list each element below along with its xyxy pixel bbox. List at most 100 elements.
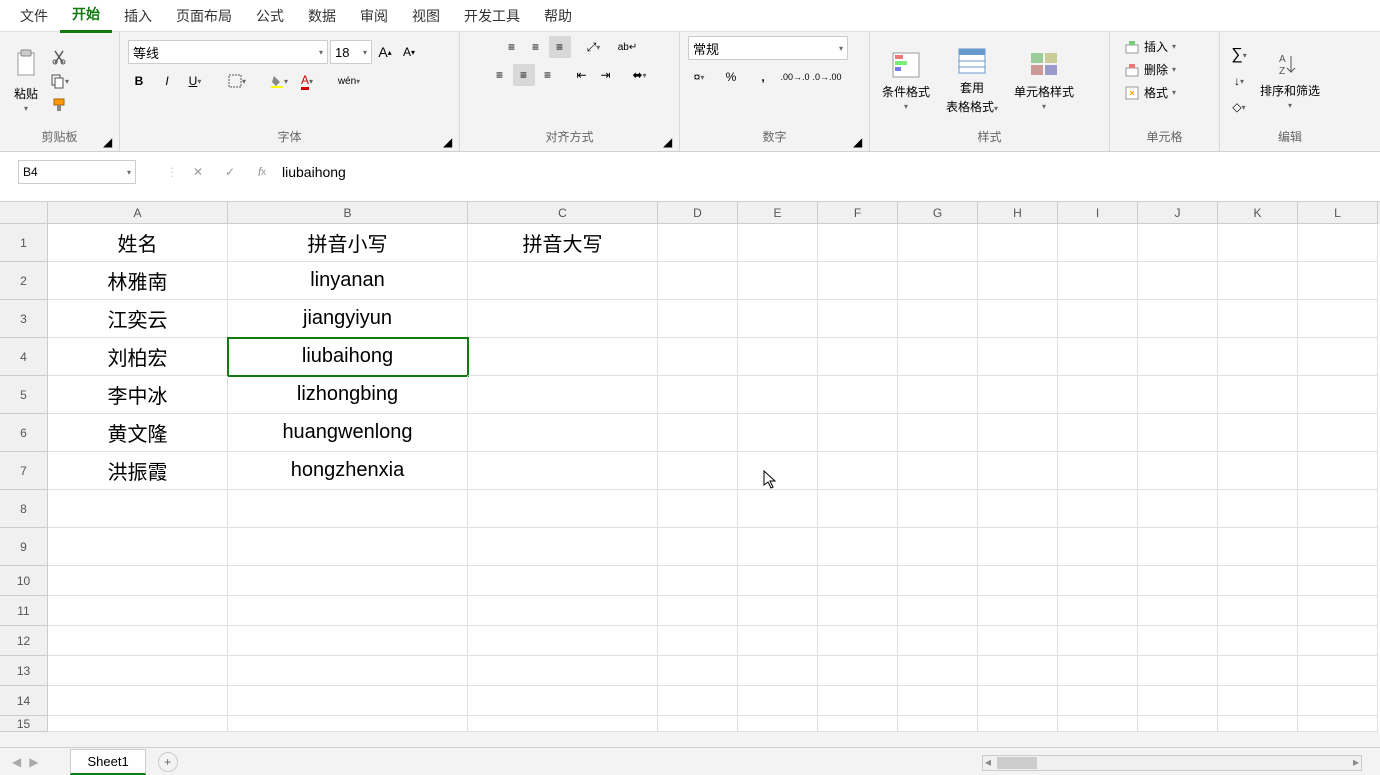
cell-F13[interactable] — [818, 656, 898, 686]
copy-button[interactable]: ▾ — [48, 70, 70, 92]
cell-L5[interactable] — [1298, 376, 1378, 414]
cell-E8[interactable] — [738, 490, 818, 528]
cell-E7[interactable] — [738, 452, 818, 490]
cell-G6[interactable] — [898, 414, 978, 452]
name-box[interactable]: B4▾ — [18, 160, 136, 184]
cell-K3[interactable] — [1218, 300, 1298, 338]
cell-A3[interactable]: 江奕云 — [48, 300, 228, 338]
cell-B4[interactable]: liubaihong — [228, 338, 468, 376]
sheet-tab[interactable]: Sheet1 — [70, 749, 145, 775]
increase-font-button[interactable]: A▴ — [374, 41, 396, 63]
cell-B3[interactable]: jiangyiyun — [228, 300, 468, 338]
cell-L6[interactable] — [1298, 414, 1378, 452]
cell-G11[interactable] — [898, 596, 978, 626]
cell-H4[interactable] — [978, 338, 1058, 376]
cell-D6[interactable] — [658, 414, 738, 452]
cell-E1[interactable] — [738, 224, 818, 262]
row-header-6[interactable]: 6 — [0, 414, 48, 452]
clipboard-dialog-launcher[interactable]: ◢ — [103, 135, 115, 147]
cut-button[interactable] — [48, 46, 70, 68]
align-bottom-button[interactable]: ≡ — [549, 36, 571, 58]
menu-item-7[interactable]: 视图 — [400, 0, 452, 32]
cell-C5[interactable] — [468, 376, 658, 414]
menu-item-0[interactable]: 文件 — [8, 0, 60, 32]
cell-L13[interactable] — [1298, 656, 1378, 686]
cell-H2[interactable] — [978, 262, 1058, 300]
col-header-E[interactable]: E — [738, 202, 818, 224]
cell-C14[interactable] — [468, 686, 658, 716]
conditional-format-button[interactable]: 条件格式▾ — [878, 47, 934, 115]
cell-K6[interactable] — [1218, 414, 1298, 452]
cell-B5[interactable]: lizhongbing — [228, 376, 468, 414]
cancel-formula-button[interactable]: ✕ — [186, 160, 210, 184]
wrap-text-button[interactable]: ab↵ — [617, 36, 639, 58]
row-header-1[interactable]: 1 — [0, 224, 48, 262]
cell-D15[interactable] — [658, 716, 738, 732]
menu-item-2[interactable]: 插入 — [112, 0, 164, 32]
col-header-J[interactable]: J — [1138, 202, 1218, 224]
cell-D8[interactable] — [658, 490, 738, 528]
cell-D3[interactable] — [658, 300, 738, 338]
cell-I9[interactable] — [1058, 528, 1138, 566]
cell-F2[interactable] — [818, 262, 898, 300]
tab-nav-prev[interactable]: ◀ — [12, 755, 21, 769]
cell-F10[interactable] — [818, 566, 898, 596]
cell-G9[interactable] — [898, 528, 978, 566]
cell-F6[interactable] — [818, 414, 898, 452]
format-cells-button[interactable]: 格式 ▾ — [1118, 82, 1182, 103]
col-header-I[interactable]: I — [1058, 202, 1138, 224]
decrease-indent-button[interactable]: ⇤ — [571, 64, 593, 86]
cell-H3[interactable] — [978, 300, 1058, 338]
cell-K8[interactable] — [1218, 490, 1298, 528]
cell-H14[interactable] — [978, 686, 1058, 716]
cell-E11[interactable] — [738, 596, 818, 626]
cell-J1[interactable] — [1138, 224, 1218, 262]
cell-J14[interactable] — [1138, 686, 1218, 716]
cell-K10[interactable] — [1218, 566, 1298, 596]
italic-button[interactable]: I — [156, 70, 178, 92]
table-format-button[interactable]: 套用 表格格式▾ — [942, 43, 1002, 119]
row-header-11[interactable]: 11 — [0, 596, 48, 626]
row-header-15[interactable]: 15 — [0, 716, 48, 732]
menu-item-9[interactable]: 帮助 — [532, 0, 584, 32]
percent-button[interactable]: % — [720, 66, 742, 88]
cell-D9[interactable] — [658, 528, 738, 566]
cell-D1[interactable] — [658, 224, 738, 262]
cell-D7[interactable] — [658, 452, 738, 490]
currency-button[interactable]: ¤▾ — [688, 66, 710, 88]
clear-button[interactable]: ◇▾ — [1228, 96, 1250, 118]
cell-L3[interactable] — [1298, 300, 1378, 338]
cell-A8[interactable] — [48, 490, 228, 528]
cell-C10[interactable] — [468, 566, 658, 596]
cell-F1[interactable] — [818, 224, 898, 262]
row-header-14[interactable]: 14 — [0, 686, 48, 716]
cell-H12[interactable] — [978, 626, 1058, 656]
fill-color-button[interactable]: ▾ — [268, 70, 290, 92]
cell-L11[interactable] — [1298, 596, 1378, 626]
cell-C11[interactable] — [468, 596, 658, 626]
cell-J15[interactable] — [1138, 716, 1218, 732]
cell-A11[interactable] — [48, 596, 228, 626]
cell-J6[interactable] — [1138, 414, 1218, 452]
col-header-F[interactable]: F — [818, 202, 898, 224]
insert-cells-button[interactable]: 插入 ▾ — [1118, 36, 1182, 57]
cell-G1[interactable] — [898, 224, 978, 262]
cell-K4[interactable] — [1218, 338, 1298, 376]
cell-G7[interactable] — [898, 452, 978, 490]
cell-L7[interactable] — [1298, 452, 1378, 490]
cell-I11[interactable] — [1058, 596, 1138, 626]
cell-A12[interactable] — [48, 626, 228, 656]
cell-G8[interactable] — [898, 490, 978, 528]
cell-A13[interactable] — [48, 656, 228, 686]
format-painter-button[interactable] — [48, 94, 70, 116]
font-dialog-launcher[interactable]: ◢ — [443, 135, 455, 147]
row-header-3[interactable]: 3 — [0, 300, 48, 338]
menu-item-3[interactable]: 页面布局 — [164, 0, 244, 32]
cell-B14[interactable] — [228, 686, 468, 716]
cell-F8[interactable] — [818, 490, 898, 528]
cell-K11[interactable] — [1218, 596, 1298, 626]
cell-J9[interactable] — [1138, 528, 1218, 566]
cell-D4[interactable] — [658, 338, 738, 376]
cell-H5[interactable] — [978, 376, 1058, 414]
cell-I3[interactable] — [1058, 300, 1138, 338]
